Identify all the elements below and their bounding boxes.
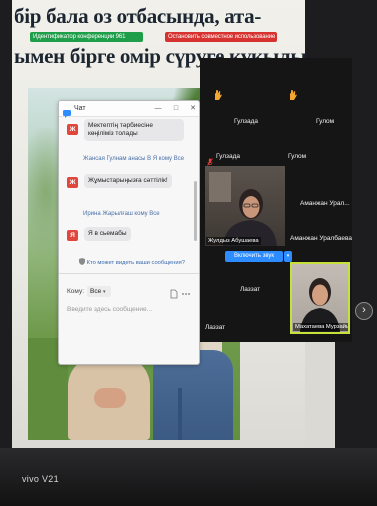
device-bezel: vivo V21 — [0, 448, 377, 506]
participant-name: Лаззат — [240, 286, 261, 293]
participant-video: Жулдыз Абушаева — [205, 166, 285, 246]
chat-input[interactable] — [65, 303, 191, 315]
chat-titlebar[interactable]: Чат — □ ✕ — [59, 101, 199, 118]
screen-area — [305, 342, 335, 448]
next-page-button[interactable]: › — [355, 302, 373, 320]
participant-name: Жулдыз Абушаева — [206, 237, 261, 245]
privacy-note: Кто может видеть ваши сообщения? — [86, 260, 185, 266]
chevron-right-icon: › — [362, 304, 366, 316]
file-icon[interactable] — [169, 286, 179, 299]
maximize-icon[interactable]: □ — [171, 104, 181, 114]
minimize-icon[interactable]: — — [153, 104, 163, 114]
chat-window: Чат — □ ✕ Ж Мектептің тәрбиесіне көңілім… — [58, 100, 200, 365]
stop-share-button[interactable]: Остановить совместное использование — [165, 32, 277, 42]
raised-hand-icon — [287, 88, 297, 100]
chat-message: Жұмыстарыңызға сәттілік! — [84, 174, 172, 188]
camera-watermark: vivo V21 — [22, 474, 59, 484]
recipient-value: Все — [90, 288, 102, 295]
participant-name: Гулзада — [234, 118, 258, 125]
active-speaker-video: Махатаева Мурзайым — [290, 262, 350, 334]
sender-avatar: Ж — [67, 124, 78, 135]
chat-icon — [63, 105, 71, 118]
share-status-bar: Идентификатор конференции 961 — [30, 32, 143, 42]
chevron-down-icon: ▾ — [103, 289, 106, 295]
participant-name: Гулзада — [216, 153, 240, 160]
participant-person — [209, 172, 277, 246]
chevron-down-icon[interactable]: ▾ — [284, 251, 292, 262]
unmute-button[interactable]: Включить звук — [225, 251, 283, 262]
shield-icon — [79, 258, 85, 265]
recipient-label: Кому: — [67, 288, 84, 295]
participant-name: Аманжан Урал... — [300, 200, 350, 207]
more-icon[interactable] — [181, 286, 191, 296]
raised-hand-icon — [212, 88, 222, 100]
chat-title: Чат — [74, 105, 86, 112]
sender-avatar: Ж — [67, 177, 78, 188]
recipient-select[interactable]: Все ▾ — [87, 286, 111, 297]
chat-message: Мектептің тәрбиесіне көңіліміз толады — [84, 119, 184, 141]
sender-avatar: Я — [67, 230, 78, 241]
participant-name: Гулом — [316, 118, 335, 125]
close-icon[interactable]: ✕ — [188, 104, 198, 114]
divider — [59, 273, 199, 274]
chat-scrollbar[interactable] — [194, 181, 197, 241]
muted-mic-icon — [207, 153, 213, 166]
participant-name: Махатаева Мурзайым — [293, 323, 348, 331]
participant-name: Лаззат — [205, 324, 226, 331]
participant-person — [300, 278, 340, 332]
chat-message: Я в сьемабы — [84, 227, 131, 241]
participants-gallery: Гулзада Гулом Гулзада Гулом Жулдыз Абуша… — [200, 58, 352, 342]
message-header: Жансая Гулнам анасы В Я кому Все — [83, 156, 185, 162]
participant-name: Гулом — [288, 153, 307, 160]
privacy-link[interactable]: Кто может видеть ваши сообщения? — [79, 258, 185, 267]
slide-text-line-1: бір бала оз отбасында, ата- — [14, 4, 262, 28]
participant-name: Аманжан Уралбаева — [290, 235, 353, 242]
message-header: Ирина Жарылғаш кому Все — [83, 211, 160, 217]
